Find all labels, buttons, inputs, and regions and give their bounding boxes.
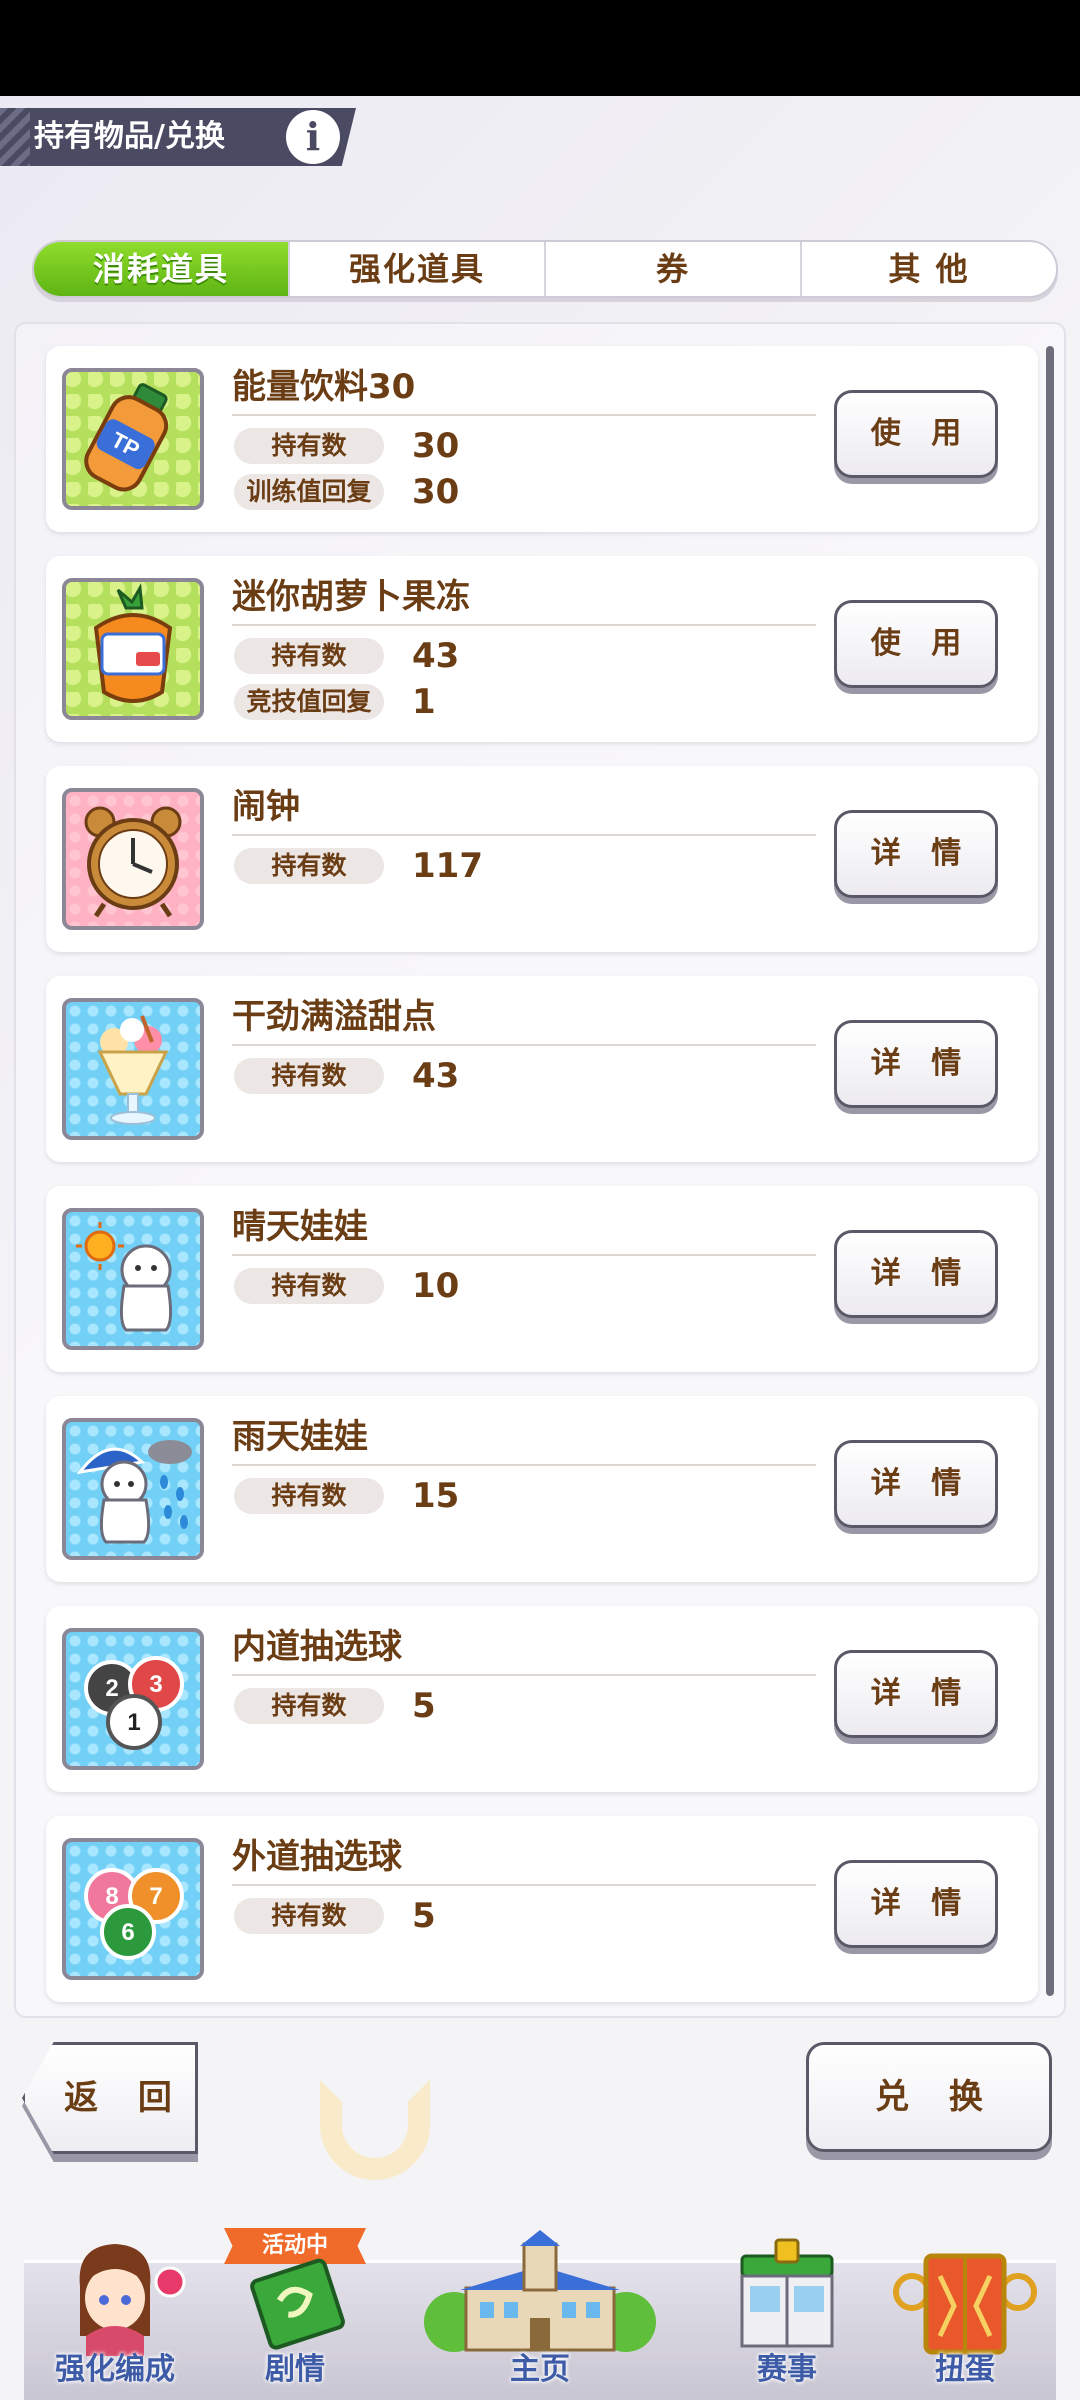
ball-number: 1: [127, 1709, 140, 1736]
sunny-doll-icon: [62, 1208, 204, 1350]
stat-label: 竞技值回复: [234, 684, 384, 720]
details-button[interactable]: 详 情: [834, 1440, 998, 1528]
item-name: 能量饮料30: [232, 367, 416, 407]
details-button[interactable]: 详 情: [834, 1230, 998, 1318]
alarm-clock-icon: [62, 788, 204, 930]
stat-value: 15: [412, 1476, 460, 1516]
race-gate-icon: [740, 2238, 834, 2348]
energy-drink-icon: TP: [62, 368, 204, 510]
status-bar: [0, 0, 1080, 96]
ball-number: 2: [105, 1675, 118, 1702]
stat-label: 持有数: [234, 1268, 384, 1304]
list-item: 干劲满溢甜点 持有数 43 详 情: [46, 976, 1038, 1162]
stat-value: 43: [412, 1056, 460, 1096]
school-building-icon: [424, 2230, 656, 2352]
list-item: 8 7 6 外道抽选球 持有数 5 详 情: [46, 1816, 1038, 2002]
ball-number: 7: [149, 1883, 162, 1910]
divider: [232, 834, 816, 836]
stat-value: 5: [412, 1896, 436, 1936]
list-item: 闹钟 持有数 117 详 情: [46, 766, 1038, 952]
details-button[interactable]: 详 情: [834, 1860, 998, 1948]
details-button[interactable]: 详 情: [834, 1650, 998, 1738]
stat-label: 持有数: [234, 1898, 384, 1934]
list-item: 雨天娃娃 持有数 15 详 情: [46, 1396, 1038, 1582]
carrot-jelly-icon: [62, 578, 204, 720]
stat-label: 持有数: [234, 428, 384, 464]
divider: [232, 1254, 816, 1256]
stat-label: 持有数: [234, 638, 384, 674]
info-icon[interactable]: i: [286, 110, 340, 164]
nav-home[interactable]: 主页: [420, 2226, 660, 2400]
item-name: 内道抽选球: [232, 1627, 402, 1667]
item-name: 外道抽选球: [232, 1837, 402, 1877]
use-button[interactable]: 使 用: [834, 600, 998, 688]
scrollbar[interactable]: [1046, 346, 1054, 1996]
parfait-icon: [62, 998, 204, 1140]
item-name: 干劲满溢甜点: [232, 997, 436, 1037]
details-button[interactable]: 详 情: [834, 810, 998, 898]
list-item: 晴天娃娃 持有数 10 详 情: [46, 1186, 1038, 1372]
divider: [232, 1464, 816, 1466]
nav-label: 赛事: [757, 2352, 817, 2387]
stat-label: 持有数: [234, 1058, 384, 1094]
divider: [232, 624, 816, 626]
divider: [232, 1884, 816, 1886]
tab-tickets[interactable]: 券: [544, 242, 800, 296]
nav-label: 扭蛋: [935, 2352, 995, 2387]
nav-gacha[interactable]: 扭蛋: [890, 2226, 1040, 2400]
list-item: 2 3 1 内道抽选球 持有数 5 详 情: [46, 1606, 1038, 1792]
rainy-doll-icon: [62, 1418, 204, 1560]
list-item: 迷你胡萝卜果冻 持有数 43 竞技值回复 1 使 用: [46, 556, 1038, 742]
nav-enhance-formation[interactable]: 强化编成: [40, 2226, 190, 2400]
item-name: 闹钟: [232, 787, 300, 827]
stat-value: 30: [412, 426, 460, 466]
divider: [232, 1044, 816, 1046]
stat-label: 持有数: [234, 848, 384, 884]
ball-number: 8: [105, 1883, 118, 1910]
ball-number: 6: [121, 1919, 134, 1946]
nav-story[interactable]: 剧情: [220, 2226, 370, 2400]
item-name: 迷你胡萝卜果冻: [232, 577, 470, 617]
tab-enhancement-items[interactable]: 强化道具: [288, 242, 544, 296]
ball-number: 3: [149, 1671, 162, 1698]
nav-races[interactable]: 赛事: [712, 2226, 862, 2400]
stat-label: 持有数: [234, 1478, 384, 1514]
use-button[interactable]: 使 用: [834, 390, 998, 478]
stat-label: 训练值回复: [234, 474, 384, 510]
stat-value: 10: [412, 1266, 460, 1306]
stat-value: 117: [412, 846, 483, 886]
divider: [232, 414, 816, 416]
page-title: 持有物品/兑换: [34, 119, 225, 154]
tab-consumables[interactable]: 消耗道具: [34, 242, 288, 296]
story-book-icon: [250, 2258, 345, 2350]
category-tabs: 消耗道具 强化道具 券 其 他: [32, 240, 1058, 298]
nav-label: 主页: [510, 2352, 570, 2387]
list-item: TP 能量饮料30 持有数 30 训练值回复 30 使 用: [46, 346, 1038, 532]
tab-others[interactable]: 其 他: [800, 242, 1056, 296]
exchange-button[interactable]: 兑 换: [806, 2042, 1052, 2152]
item-name: 雨天娃娃: [232, 1417, 368, 1457]
stat-value: 30: [412, 472, 460, 512]
stat-value: 43: [412, 636, 460, 676]
inner-lottery-balls-icon: 2 3 1: [62, 1628, 204, 1770]
stat-label: 持有数: [234, 1688, 384, 1724]
item-name: 晴天娃娃: [232, 1207, 368, 1247]
nav-label: 剧情: [265, 2352, 325, 2387]
character-icon: [79, 2244, 186, 2356]
stat-value: 5: [412, 1686, 436, 1726]
divider: [232, 1674, 816, 1676]
details-button[interactable]: 详 情: [834, 1020, 998, 1108]
title-stripes-decoration: [0, 108, 30, 166]
stat-value: 1: [412, 682, 436, 722]
outer-lottery-balls-icon: 8 7 6: [62, 1838, 204, 1980]
gacha-door-icon: [893, 2253, 1037, 2355]
back-button[interactable]: 返 回: [22, 2042, 198, 2154]
nav-label: 强化编成: [55, 2352, 175, 2387]
